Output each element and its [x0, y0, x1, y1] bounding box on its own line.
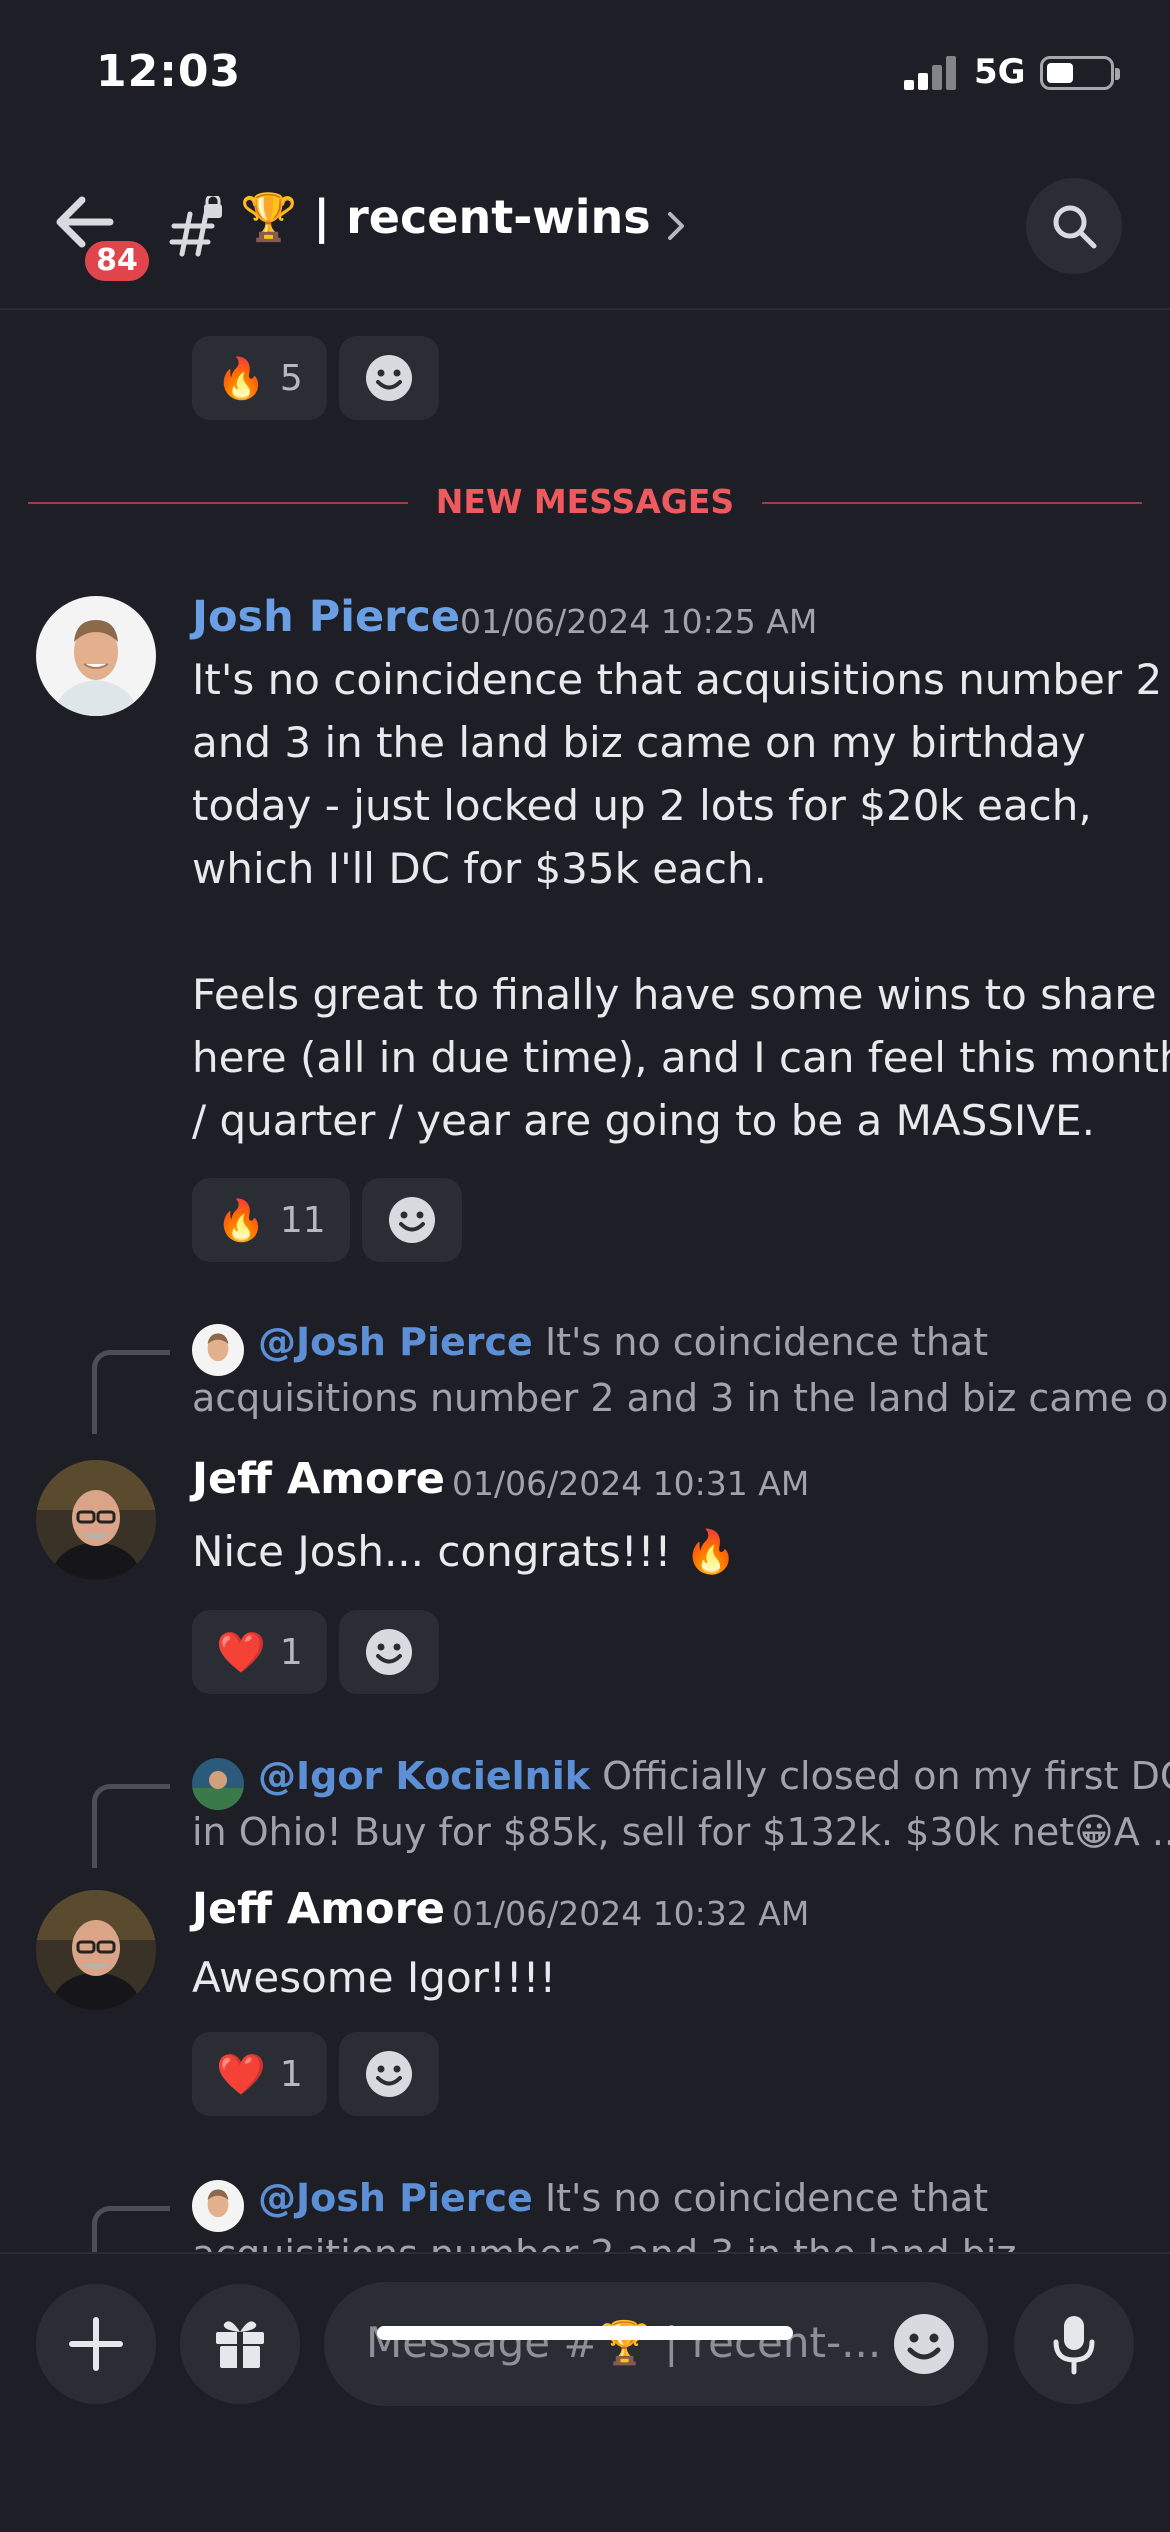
author-name[interactable]: Josh Pierce — [192, 592, 460, 642]
reaction-emoji: 🔥 — [216, 355, 266, 402]
message-timestamp: 01/06/2024 10:32 AM — [452, 1894, 810, 1933]
message-line: It's no coincidence that acquisitions nu… — [192, 655, 1163, 704]
message-line: and 3 in the land biz came on my birthda… — [192, 718, 1086, 767]
home-indicator — [377, 2326, 793, 2340]
channel-header: 84 🏆 | recent-wins — [0, 150, 1170, 310]
reaction-emoji: ❤️ — [216, 2051, 266, 2098]
reaction-count: 5 — [279, 357, 303, 399]
reaction-bar: 🔥 5 — [192, 336, 439, 420]
message-input[interactable]: Message #🏆 | recent-... — [324, 2282, 988, 2406]
reply-preview[interactable]: @Igor Kocielnik Officially closed on my … — [192, 1748, 1170, 1860]
author-name-text: Josh Pierce — [192, 592, 460, 642]
reply-mention: @Josh Pierce — [258, 2176, 533, 2220]
add-attachment-button[interactable] — [36, 2284, 156, 2404]
message-line: here (all in due time), and I can feel t… — [192, 1033, 1170, 1082]
author-name-text: Jeff Amore — [192, 1454, 445, 1504]
voice-message-button[interactable] — [1014, 2284, 1134, 2404]
reaction-heart[interactable]: ❤️ 1 — [192, 2032, 327, 2116]
reply-mention: @Igor Kocielnik — [258, 1754, 590, 1798]
reply-preview[interactable]: @Josh Pierce It's no coincidence that ac… — [192, 2170, 1170, 2252]
reply-mention: @Josh Pierce — [258, 1320, 533, 1364]
message-line — [192, 900, 1170, 963]
add-reaction-button[interactable] — [361, 1178, 462, 1262]
add-reaction-button[interactable] — [338, 1610, 439, 1694]
reply-connector — [92, 1784, 170, 1868]
reaction-emoji: ❤️ — [216, 1629, 266, 1676]
status-bar: 12:03 5G — [0, 0, 1170, 150]
message-timestamp: 01/06/2024 10:25 AM — [460, 602, 818, 641]
message-line: today - just locked up 2 lots for $20k e… — [192, 781, 1092, 830]
author-name-text: Jeff Amore — [192, 1884, 445, 1934]
gift-button[interactable] — [180, 2284, 300, 2404]
reaction-bar: 🔥 11 — [192, 1178, 462, 1262]
new-messages-label: NEW MESSAGES — [407, 482, 763, 521]
status-time: 12:03 — [96, 46, 242, 97]
reply-snippet: It's no coincidence that — [544, 2176, 989, 2220]
message-list[interactable]: 🔥 5 NEW MESSAGES Josh Pierce 01/06/2024 … — [0, 312, 1170, 2252]
message-line: Awesome Igor!!!! — [192, 1953, 557, 2002]
message-line: / quarter / year are going to be a MASSI… — [192, 1096, 1095, 1145]
signal-icon — [904, 54, 958, 90]
microphone-icon — [1053, 2316, 1095, 2375]
reaction-emoji: 🔥 — [216, 1197, 266, 1244]
message-body: Nice Josh... congrats!!! 🔥 — [192, 1520, 737, 1583]
message-body: Awesome Igor!!!! — [192, 1946, 556, 2009]
reply-snippet: Officially closed on my first DC — [602, 1754, 1170, 1798]
reaction-bar: ❤️ 1 — [192, 2032, 439, 2116]
reply-snippet-line: acquisitions number 2 and 3 in the land … — [192, 1376, 1170, 1420]
message-timestamp: 01/06/2024 10:31 AM — [452, 1464, 810, 1503]
add-reaction-icon — [388, 1197, 435, 1243]
add-reaction-button[interactable] — [338, 336, 439, 420]
chevron-right-icon[interactable] — [664, 206, 690, 246]
reply-preview[interactable]: @Josh Pierce It's no coincidence that ac… — [192, 1314, 1170, 1426]
reaction-count: 1 — [279, 1631, 303, 1673]
reply-connector — [92, 1350, 170, 1434]
search-icon — [1053, 205, 1097, 249]
plus-icon — [69, 2317, 123, 2371]
gift-icon — [216, 2321, 264, 2368]
add-reaction-button[interactable] — [338, 2032, 439, 2116]
avatar-josh-pierce[interactable] — [36, 596, 156, 716]
author-name[interactable]: Jeff Amore — [192, 1454, 445, 1504]
add-reaction-icon — [365, 2051, 412, 2097]
avatar-jeff-amore[interactable] — [36, 1460, 156, 1580]
reaction-fire[interactable]: 🔥 5 — [192, 336, 327, 420]
reaction-count: 1 — [279, 2053, 303, 2095]
message-line: Nice Josh... congrats!!! 🔥 — [192, 1527, 737, 1576]
emoji-icon[interactable] — [892, 2312, 956, 2376]
message-body: It's no coincidence that acquisitions nu… — [192, 648, 1170, 1152]
network-type: 5G — [974, 52, 1026, 92]
message-line: which I'll DC for $35k each. — [192, 844, 767, 893]
reaction-heart[interactable]: ❤️ 1 — [192, 1610, 327, 1694]
reply-connector — [92, 2206, 170, 2252]
battery-icon — [1040, 56, 1120, 90]
reply-snippet-line: acquisitions number 2 and 3 in the land … — [192, 2226, 1170, 2252]
avatar-jeff-amore[interactable] — [36, 1890, 156, 2010]
locked-hash-icon — [168, 193, 226, 258]
channel-title[interactable]: 🏆 | recent-wins — [240, 190, 651, 245]
reaction-bar: ❤️ 1 — [192, 1610, 439, 1694]
reply-snippet-line: in Ohio! Buy for $85k, sell for $132k. $… — [192, 1810, 1170, 1854]
reaction-count: 11 — [279, 1199, 326, 1241]
add-reaction-icon — [365, 355, 412, 401]
reaction-fire[interactable]: 🔥 11 — [192, 1178, 350, 1262]
message-composer: Message #🏆 | recent-... — [0, 2252, 1170, 2532]
search-button[interactable] — [1026, 178, 1122, 274]
add-reaction-icon — [365, 1629, 412, 1675]
message-line: Feels great to finally have some wins to… — [192, 970, 1157, 1019]
reply-snippet: It's no coincidence that — [544, 1320, 989, 1364]
unread-badge: 84 — [80, 236, 154, 286]
author-name[interactable]: Jeff Amore — [192, 1884, 445, 1934]
